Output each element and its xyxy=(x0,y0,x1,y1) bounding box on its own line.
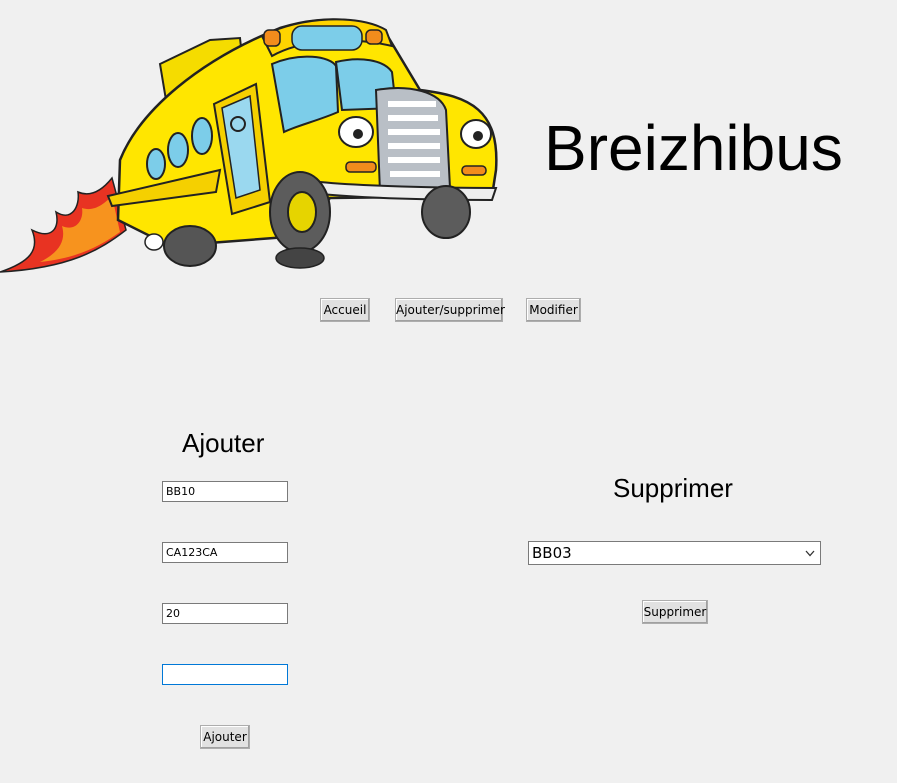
add-section-title: Ajouter xyxy=(182,428,265,458)
ajouter-supprimer-nav-button[interactable]: Ajouter/supprimer xyxy=(395,298,505,322)
bus-select-dropdown[interactable]: BB03 xyxy=(528,541,821,565)
modifier-nav-button[interactable]: Modifier xyxy=(526,298,581,322)
remove-section-title: Supprimer xyxy=(613,473,733,503)
line-field[interactable] xyxy=(162,664,288,685)
seat-count-field[interactable] xyxy=(162,603,288,624)
plate-number-field[interactable] xyxy=(162,542,288,563)
ajouter-button[interactable]: Ajouter xyxy=(200,725,250,749)
chevron-down-icon xyxy=(805,550,815,557)
app-title: Breizhibus xyxy=(544,112,843,184)
supprimer-button[interactable]: Supprimer xyxy=(642,600,708,624)
selected-bus-value: BB03 xyxy=(532,544,572,562)
accueil-nav-button[interactable]: Accueil xyxy=(320,298,370,322)
bus-logo-image xyxy=(0,18,498,273)
bus-code-field[interactable] xyxy=(162,481,288,502)
